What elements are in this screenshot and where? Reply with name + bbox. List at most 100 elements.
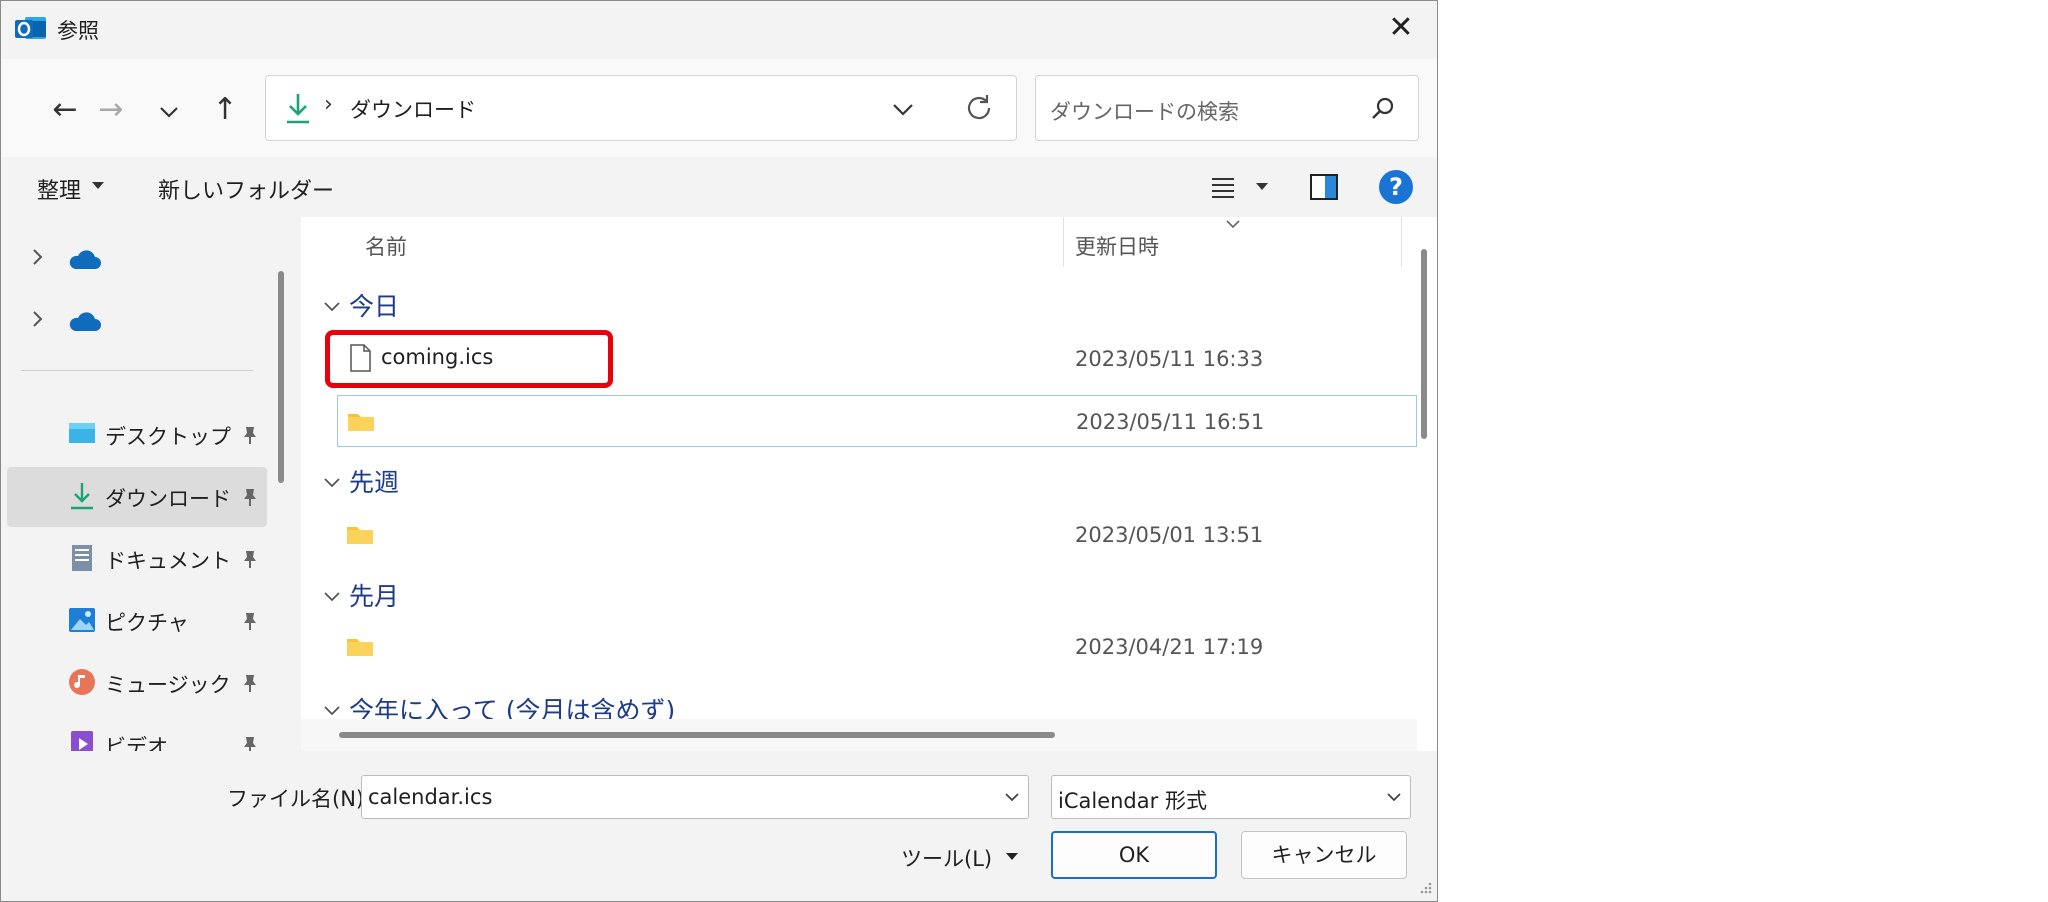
- sort-chevron-icon: [1226, 220, 1240, 229]
- column-header-date[interactable]: 更新日時: [1075, 231, 1159, 261]
- folder-row[interactable]: 2023/04/21 17:19: [337, 621, 1417, 673]
- column-header-name[interactable]: 名前: [365, 231, 407, 261]
- sidebar-scrollbar[interactable]: [278, 271, 284, 483]
- folder-icon: [347, 527, 373, 544]
- file-date: 2023/05/11 16:51: [1076, 410, 1265, 434]
- chevron-down-icon: [160, 107, 178, 118]
- sidebar-item-label: デスクトップ: [105, 425, 231, 449]
- help-icon[interactable]: ?: [1379, 170, 1413, 204]
- dialog-footer: ファイル名(N): calendar.ics iCalendar 形式 ツール(…: [1, 751, 1437, 901]
- group-header-last-week[interactable]: 先週: [349, 463, 399, 499]
- pin-icon: [244, 613, 256, 630]
- picture-icon: [69, 608, 95, 632]
- video-icon: [71, 731, 93, 751]
- onedrive-cloud-icon[interactable]: [67, 249, 101, 271]
- cancel-button[interactable]: キャンセル: [1241, 831, 1407, 879]
- caret-down-icon[interactable]: [1255, 182, 1269, 192]
- resize-grip-icon[interactable]: [1417, 879, 1433, 895]
- sidebar-item-label: ミュージック: [105, 673, 231, 697]
- sidebar-item-label: ビデオ: [105, 735, 168, 751]
- title-bar: 参照 ✕: [1, 1, 1437, 59]
- sidebar-item-label: ダウンロード: [105, 487, 231, 511]
- folder-row[interactable]: 2023/05/01 13:51: [337, 509, 1417, 561]
- vertical-scroll-thumb[interactable]: [1421, 249, 1427, 439]
- group-header-last-month[interactable]: 先月: [349, 577, 399, 613]
- sidebar-item-downloads[interactable]: ダウンロード: [7, 467, 267, 527]
- command-bar: 整理 新しいフォルダー ?: [1, 157, 1437, 217]
- music-icon: [69, 669, 95, 695]
- download-icon: [287, 94, 309, 124]
- close-icon: ✕: [1388, 10, 1414, 45]
- pin-icon: [244, 551, 256, 568]
- up-arrow-icon: ↑: [212, 92, 238, 127]
- navigation-bar: ← → ↑ › ダウンロード ダウンロードの検索: [1, 59, 1437, 157]
- breadcrumb-downloads[interactable]: ダウンロード: [350, 94, 476, 124]
- search-icon: [1372, 97, 1394, 119]
- close-button[interactable]: ✕: [1385, 13, 1417, 45]
- chevron-down-icon[interactable]: [1004, 792, 1020, 802]
- new-folder-button[interactable]: 新しいフォルダー: [158, 173, 334, 205]
- column-divider[interactable]: [1401, 217, 1402, 267]
- caret-down-icon[interactable]: [1005, 852, 1019, 862]
- up-button[interactable]: ↑: [205, 91, 245, 131]
- chevron-down-icon[interactable]: [890, 98, 916, 120]
- sidebar-item-music[interactable]: ミュージック: [7, 653, 267, 713]
- sidebar-item-pictures[interactable]: ピクチャ: [7, 591, 267, 651]
- organize-button[interactable]: 整理: [37, 173, 81, 205]
- filename-label: ファイル名(N):: [227, 787, 372, 811]
- filename-input[interactable]: calendar.ics: [361, 775, 1029, 819]
- sidebar-item-label: ドキュメント: [105, 549, 231, 573]
- column-divider[interactable]: [1063, 217, 1064, 267]
- outlook-app-icon: [15, 17, 46, 39]
- pin-icon: [244, 489, 256, 506]
- file-open-dialog: 参照 ✕ ← → ↑ › ダウンロード ダウンロードの検索 整理 新しいフォルダ…: [0, 0, 1438, 902]
- window-title: 参照: [57, 19, 99, 43]
- filetype-value: iCalendar 形式: [1058, 789, 1207, 813]
- group-collapse-icon[interactable]: [323, 591, 341, 603]
- caret-down-icon[interactable]: [91, 181, 105, 191]
- address-bar[interactable]: › ダウンロード: [265, 75, 1017, 141]
- sidebar-item-desktop[interactable]: デスクトップ: [7, 405, 267, 465]
- file-list: 名前 更新日時 今日 coming.ics 2023/05/11 16:33 2: [301, 217, 1417, 751]
- refresh-icon[interactable]: [963, 92, 995, 124]
- file-date: 2023/05/11 16:33: [1075, 347, 1264, 371]
- onedrive-cloud-icon[interactable]: [67, 311, 101, 333]
- group-header-today[interactable]: 今日: [349, 287, 399, 323]
- desktop-icon: [69, 423, 95, 443]
- pin-icon: [244, 675, 256, 692]
- vertical-scrollbar[interactable]: [1417, 217, 1437, 751]
- group-collapse-icon[interactable]: [323, 705, 341, 717]
- back-arrow-icon: ←: [52, 92, 78, 127]
- red-highlight-annotation: [325, 330, 613, 388]
- folder-row[interactable]: 2023/05/11 16:51: [337, 395, 1417, 447]
- sidebar-item-documents[interactable]: ドキュメント: [7, 529, 267, 589]
- preview-pane-icon[interactable]: [1309, 173, 1339, 201]
- search-placeholder: ダウンロードの検索: [1050, 100, 1239, 124]
- sidebar-item-videos[interactable]: ビデオ: [7, 715, 267, 751]
- pin-icon: [244, 427, 256, 444]
- horizontal-scroll-thumb[interactable]: [339, 732, 1055, 738]
- search-input[interactable]: ダウンロードの検索: [1035, 75, 1419, 141]
- folder-icon: [347, 639, 373, 656]
- forward-button[interactable]: →: [91, 91, 131, 131]
- filename-value: calendar.ics: [368, 785, 493, 809]
- forward-arrow-icon: →: [98, 92, 124, 127]
- document-icon: [72, 545, 92, 571]
- download-icon: [71, 483, 93, 510]
- breadcrumb-separator: ›: [324, 92, 333, 117]
- chevron-down-icon[interactable]: [1386, 792, 1402, 802]
- view-list-icon[interactable]: [1209, 174, 1237, 200]
- ok-button[interactable]: OK: [1051, 831, 1217, 879]
- navigation-pane: デスクトップ ダウンロード ドキュメント ピクチャ ミュージック ビデオ: [1, 217, 269, 751]
- back-button[interactable]: ←: [45, 91, 85, 131]
- folder-icon: [348, 414, 374, 431]
- chevron-right-icon[interactable]: [27, 247, 47, 267]
- filetype-select[interactable]: iCalendar 形式: [1051, 775, 1411, 819]
- group-collapse-icon[interactable]: [323, 301, 341, 313]
- group-collapse-icon[interactable]: [323, 477, 341, 489]
- chevron-right-icon[interactable]: [27, 309, 47, 329]
- recent-locations-button[interactable]: [149, 91, 189, 131]
- tools-button[interactable]: ツール(L): [901, 843, 992, 873]
- sidebar-item-label: ピクチャ: [105, 611, 189, 635]
- file-date: 2023/04/21 17:19: [1075, 635, 1264, 659]
